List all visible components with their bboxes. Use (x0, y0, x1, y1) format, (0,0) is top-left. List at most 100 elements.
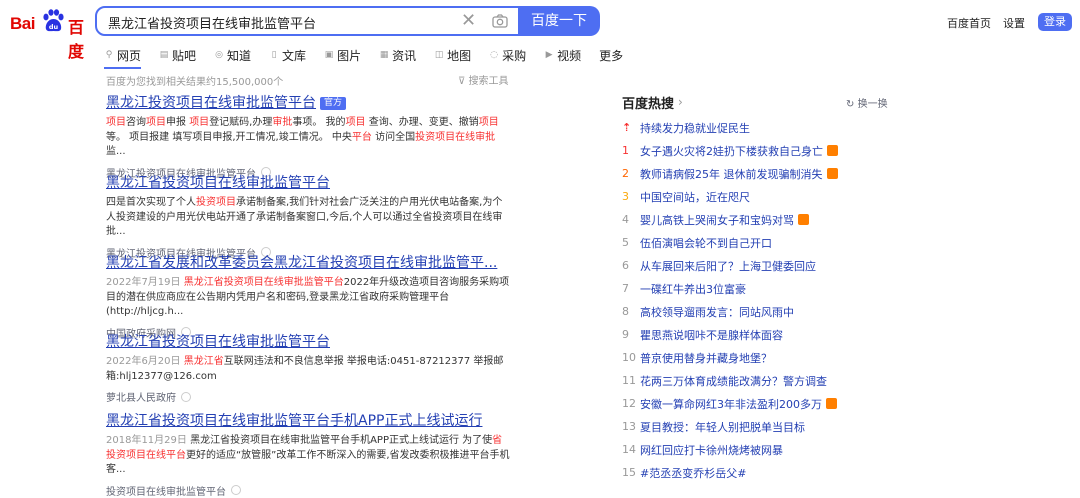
hot-item-text: 教师请病假25年 退休前发现骗制消失 (640, 167, 823, 181)
map-icon: ◫ (434, 50, 444, 60)
hot-rank: 6 (622, 259, 629, 272)
result-source[interactable]: 投资项目在线审批监管平台 (106, 483, 226, 498)
hot-rank: 8 (622, 305, 629, 318)
hot-search-item[interactable]: 12 安徽一算命网红3年非法盈利200多万 (622, 392, 922, 415)
clear-icon[interactable]: ✕ (461, 10, 476, 31)
tab-label: 资讯 (392, 48, 417, 63)
home-link[interactable]: 百度首页 (947, 15, 991, 31)
search-input[interactable]: 黑龙江省投资项目在线审批监管平台 (108, 13, 316, 32)
tab-label: 地图 (447, 48, 472, 63)
result-title-link[interactable]: 黑龙江省发展和改革委员会黑龙江省投资项目在线审批监管平... (106, 255, 497, 271)
tab-more[interactable]: 更多 (599, 45, 623, 65)
hot-item-text: 花两三万体育成绩能改满分？警方调查 (640, 374, 827, 388)
tab-zhidao[interactable]: ◎ 知道 (214, 45, 251, 65)
hot-search-item[interactable]: 5 伍佰演唱会轮不到自己开口 (622, 231, 922, 254)
safety-icon (231, 485, 241, 495)
search-result: 黑龙江省投资项目在线审批监管平台手机APP正式上线试运行 2018年11月29日… (106, 412, 512, 498)
tab-label: 图片 (337, 48, 362, 63)
search-result: 黑龙江省投资项目在线审批监管平台 四是首次实现了个人投资项目承诺制备案,我们针对… (106, 174, 512, 260)
hot-search-item[interactable]: 7 一碟红牛养出3位富豪 (622, 277, 922, 300)
hot-search-title[interactable]: 百度热搜 (622, 93, 674, 112)
result-title-link[interactable]: 黑龙江省投资项目在线审批监管平台 (106, 334, 330, 350)
logo-text-baidu: 百度 (68, 18, 85, 61)
hot-search-item[interactable]: 4 婴儿高铁上哭闹女子和宝妈对骂 (622, 208, 922, 231)
result-source[interactable]: 萝北县人民政府 (106, 389, 176, 404)
result-count: 百度为您找到相关结果约15,500,000个 (106, 77, 284, 88)
hot-item-text: #范丞丞变乔杉岳父# (640, 466, 747, 480)
hot-search-item[interactable]: 6 从车展回来后阳了？上海卫健委回应 (622, 254, 922, 277)
camera-icon[interactable] (492, 14, 508, 28)
hot-rank: 12 (622, 397, 636, 410)
tab-label: 更多 (599, 48, 624, 63)
hot-search-item[interactable]: 1 女子遇火灾将2娃扔下楼获救自己身亡 (622, 139, 922, 162)
hot-search-list: ⇡ 持续发力稳就业促民生 1 女子遇火灾将2娃扔下楼获救自己身亡 2 教师请病假25年 退… (622, 116, 922, 484)
hot-rank: 2 (622, 167, 629, 180)
tab-label: 采购 (502, 48, 527, 63)
result-title-link[interactable]: 黑龙江省投资项目在线审批监管平台 (106, 175, 330, 191)
hot-badge (826, 398, 837, 409)
tab-tieba[interactable]: ▤ 贴吧 (159, 45, 196, 65)
chevron-right-icon: › (678, 95, 683, 109)
tab-label: 视频 (557, 48, 582, 63)
safety-icon (181, 391, 191, 402)
search-tabs: ⚲ 网页 ▤ 贴吧 ◎ 知道 ▯ 文库 ▣ 图片 ▦ 资讯 ◫ 地图 ◌ 采购 ▶ 视频 更多 (104, 45, 641, 69)
video-icon: ▶ (545, 50, 553, 60)
result-abstract: 2022年7月19日 黑龙江省投资项目在线审批监管平台2022年升级改造项目咨询… (106, 277, 510, 317)
tab-wenku[interactable]: ▯ 文库 (269, 45, 307, 65)
hot-badge (827, 145, 838, 156)
hot-item-text: 高校领导遛雨发言：同站风雨中 (640, 305, 794, 319)
hot-search-item[interactable]: 9 瞿思燕说咽咔不是腺样体面容 (622, 323, 922, 346)
purchase-icon: ◌ (490, 50, 499, 60)
hot-item-text: 女子遇火灾将2娃扔下楼获救自己身亡 (640, 144, 823, 158)
result-title-link[interactable]: 黑龙江投资项目在线审批监管平台 (106, 95, 316, 111)
login-button[interactable]: 登录 (1038, 13, 1072, 31)
result-abstract: 项目咨询项目申报 项目登记赋码,办理审批事项。 我的项目 查询、办理、变更、撤销… (106, 117, 499, 157)
hot-item-text: 瞿思燕说咽咔不是腺样体面容 (640, 328, 783, 342)
result-abstract: 2022年6月20日 黑龙江省互联网违法和不良信息举报 举报电话:0451-87… (106, 356, 504, 382)
tab-video[interactable]: ▶ 视频 (544, 45, 581, 65)
hot-item-text: 持续发力稳就业促民生 (640, 121, 750, 135)
hot-rank: 9 (622, 328, 629, 341)
settings-link[interactable]: 设置 (1003, 15, 1025, 31)
search-result: 黑龙江省发展和改革委员会黑龙江省投资项目在线审批监管平... 2022年7月19… (106, 254, 512, 340)
tab-image[interactable]: ▣ 图片 (324, 45, 361, 65)
hot-search-item[interactable]: 11 花两三万体育成绩能改满分？警方调查 (622, 369, 922, 392)
tab-map[interactable]: ◫ 地图 (434, 45, 471, 65)
hot-item-text: 网红回应打卡徐州烧烤被网暴 (640, 443, 783, 457)
paw-icon: du (43, 9, 64, 32)
result-title-link[interactable]: 黑龙江省投资项目在线审批监管平台手机APP正式上线试运行 (106, 413, 482, 429)
hot-badge (826, 168, 838, 179)
hot-rank: 14 (622, 443, 636, 456)
tab-news[interactable]: ▦ 资讯 (379, 45, 416, 65)
tab-purchase[interactable]: ◌ 采购 (489, 45, 526, 65)
hot-item-text: 一碟红牛养出3位富豪 (640, 282, 746, 296)
tab-label: 知道 (227, 48, 252, 63)
tieba-icon: ▤ (159, 50, 169, 60)
hot-search-item[interactable]: 15 #范丞丞变乔杉岳父# (622, 461, 922, 484)
refresh-button[interactable]: ↻ 换一换 (846, 95, 888, 110)
hot-item-text: 安徽一算命网红3年非法盈利200多万 (640, 397, 822, 411)
hot-item-text: 中国空间站，近在咫尺 (640, 190, 750, 204)
search-result: 黑龙江投资项目在线审批监管平台 官方 项目咨询项目申报 项目登记赋码,办理审批事项… (106, 94, 512, 180)
hot-search-item[interactable]: 8 高校领导遛雨发言：同站风雨中 (622, 300, 922, 323)
hot-search-item[interactable]: 2 教师请病假25年 退休前发现骗制消失 (622, 162, 922, 185)
hot-search-item[interactable]: 3 中国空间站，近在咫尺 (622, 185, 922, 208)
hot-rank: 15 (622, 466, 636, 479)
wenku-icon: ▯ (271, 50, 277, 60)
hot-rank: 5 (622, 236, 629, 249)
search-box[interactable]: 黑龙江省投资项目在线审批监管平台 ✕ (95, 6, 571, 36)
baidu-logo[interactable]: Bai du 百度 (8, 6, 88, 61)
hot-search-item[interactable]: 10 普京使用替身并藏身地堡？ (622, 346, 922, 369)
tab-label: 贴吧 (172, 48, 197, 63)
search-button[interactable]: 百度一下 (518, 6, 600, 36)
tab-web[interactable]: ⚲ 网页 (104, 45, 142, 69)
hot-item-text: 伍佰演唱会轮不到自己开口 (640, 236, 772, 250)
hot-item-text: 夏目教授：年轻人别把脱单当目标 (640, 420, 805, 434)
hot-rank: 7 (622, 282, 629, 295)
hot-search-item[interactable]: ⇡ 持续发力稳就业促民生 (622, 116, 922, 139)
hot-rank: 13 (622, 420, 636, 433)
hot-search-item[interactable]: 14 网红回应打卡徐州烧烤被网暴 (622, 438, 922, 461)
logo-text-bai: Bai (10, 14, 35, 33)
search-tools-button[interactable]: ⊽ 搜索工具 (458, 72, 509, 87)
hot-search-item[interactable]: 13 夏目教授：年轻人别把脱单当目标 (622, 415, 922, 438)
